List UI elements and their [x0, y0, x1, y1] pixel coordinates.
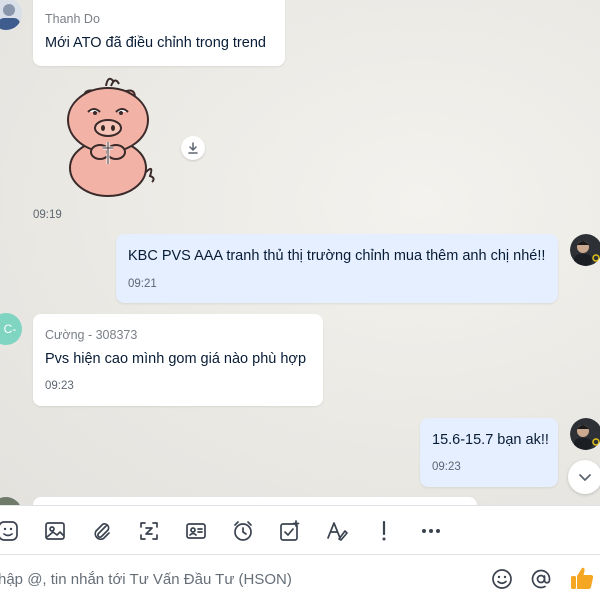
my-avatar[interactable] — [570, 234, 600, 266]
sender-avatar-thanh-do[interactable] — [0, 0, 22, 30]
image-button[interactable] — [43, 519, 67, 543]
chevron-down-icon — [579, 474, 591, 481]
message-time: 09:23 — [45, 380, 74, 392]
pig-praying-sticker[interactable] — [58, 72, 158, 200]
screenshot-button[interactable] — [137, 519, 161, 543]
composer-toolbar — [0, 505, 600, 555]
scroll-to-bottom-button[interactable] — [568, 460, 600, 494]
reminder-button[interactable] — [231, 519, 255, 543]
message-time: 09:21 — [128, 278, 157, 290]
task-icon — [280, 520, 300, 541]
message-bubble[interactable]: Cường - 308373 Pvs hiện cao mình gom giá… — [33, 314, 323, 406]
chat-message-area: Thanh Do Mới ATO đã điều chỉnh trong tre… — [0, 0, 600, 505]
message-input-bar: hập @, tin nhắn tới Tư Vấn Đầu Tư (HSON) — [0, 555, 600, 600]
task-button[interactable] — [278, 519, 302, 543]
sender-avatar[interactable] — [0, 497, 22, 505]
screenshot-icon — [140, 522, 158, 540]
avatar-initials: C- — [3, 322, 17, 336]
more-button[interactable] — [419, 519, 443, 543]
attachment-button[interactable] — [90, 519, 114, 543]
sender-name: Thanh Do — [45, 12, 100, 26]
my-avatar[interactable] — [570, 418, 600, 450]
more-icon — [422, 529, 440, 533]
message-time: 09:23 — [432, 461, 461, 473]
message-text: Mới ATO đã điều chỉnh trong trend — [45, 35, 266, 51]
sticker-icon — [0, 521, 18, 541]
image-icon — [45, 522, 65, 540]
urgent-button[interactable] — [372, 519, 396, 543]
sender-name: Cường - 308373 — [45, 328, 138, 342]
mention-icon — [531, 569, 551, 589]
contact-card-button[interactable] — [184, 519, 208, 543]
thumbs-up-icon — [571, 567, 594, 589]
attachment-icon — [94, 523, 110, 541]
text-format-button[interactable] — [325, 519, 349, 543]
message-bubble[interactable] — [33, 497, 477, 505]
message-text: KBC PVS AAA tranh thủ thị trường chỉnh m… — [128, 248, 546, 264]
message-text: 15.6-15.7 bạn ak!! — [432, 432, 549, 448]
reminder-clock-icon — [234, 521, 252, 541]
sticker-button[interactable] — [0, 519, 20, 543]
download-icon — [188, 142, 198, 154]
download-button[interactable] — [181, 136, 205, 160]
urgent-icon — [382, 520, 386, 541]
thumbs-up-button[interactable] — [568, 564, 596, 592]
message-bubble[interactable]: 15.6-15.7 bạn ak!! 09:23 — [420, 418, 558, 487]
sender-avatar-cuong[interactable]: C- — [0, 313, 22, 345]
message-input[interactable]: hập @, tin nhắn tới Tư Vấn Đầu Tư (HSON) — [0, 571, 292, 588]
message-time: 09:19 — [33, 209, 62, 221]
message-bubble[interactable]: Thanh Do Mới ATO đã điều chỉnh trong tre… — [33, 0, 285, 66]
emoji-icon — [492, 569, 512, 589]
text-format-icon — [327, 522, 348, 541]
message-text: Pvs hiện cao mình gom giá nào phù hợp — [45, 351, 307, 367]
contact-card-icon — [186, 523, 206, 539]
emoji-button[interactable] — [490, 567, 514, 591]
mention-button[interactable] — [529, 567, 553, 591]
message-bubble[interactable]: KBC PVS AAA tranh thủ thị trường chỉnh m… — [116, 234, 558, 303]
